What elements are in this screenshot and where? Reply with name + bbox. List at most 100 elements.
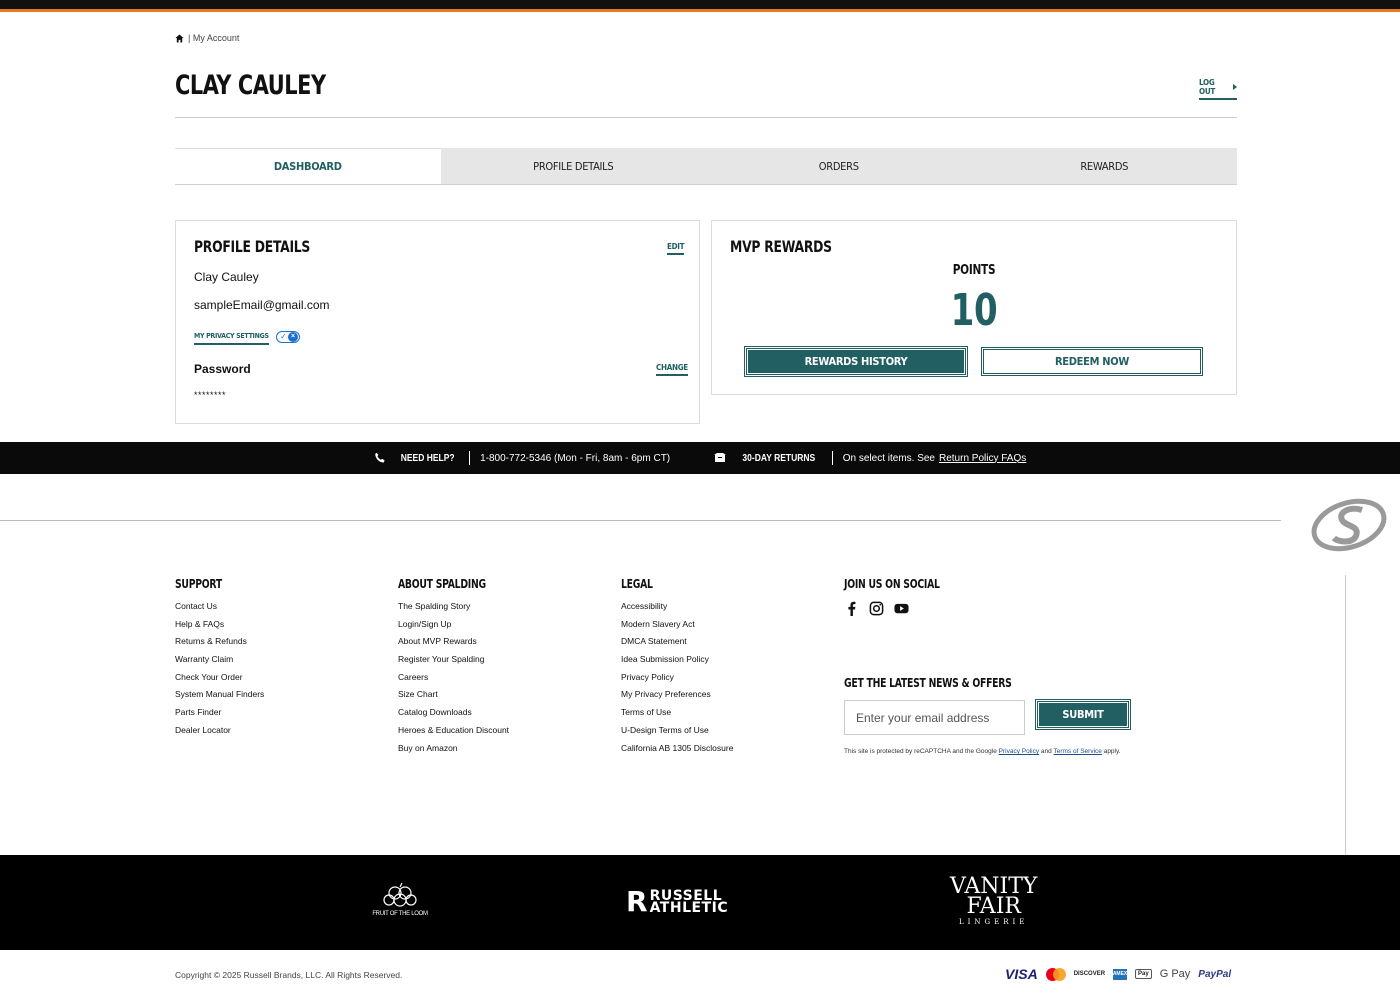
footer-link[interactable]: Accessibility <box>621 601 733 619</box>
footer-link[interactable]: Modern Slavery Act <box>621 619 733 637</box>
russell-athletic-logo[interactable]: R RUSSELL ATHLETIC <box>626 888 728 916</box>
footer-link[interactable]: U-Design Terms of Use <box>621 725 733 743</box>
returns-label: 30-DAY RETURNS <box>742 452 816 464</box>
footer-about-column: ABOUT SPALDING The Spalding Story Login/… <box>398 577 509 760</box>
right-edge-divider <box>1345 575 1346 855</box>
legal-heading: LEGAL <box>621 577 653 591</box>
profile-details-title: PROFILE DETAILS <box>194 237 311 256</box>
mvp-rewards-card: MVP REWARDS POINTS 10 REWARDS HISTORY RE… <box>711 220 1237 395</box>
return-policy-link[interactable]: Return Policy FAQs <box>939 453 1026 464</box>
footer-link[interactable]: Size Chart <box>398 689 509 707</box>
fruit-of-the-loom-logo[interactable]: FRUIT OF THE LOOM <box>365 882 435 917</box>
youtube-icon[interactable] <box>894 601 909 616</box>
footer-link[interactable]: Careers <box>398 672 509 690</box>
footer-link[interactable]: Buy on Amazon <box>398 743 509 761</box>
vanity-fair-logo[interactable]: VANITY FAIR LINGERIE <box>950 876 1037 927</box>
logout-link[interactable]: LOG OUT <box>1199 78 1237 100</box>
support-heading: SUPPORT <box>175 577 222 591</box>
need-help-label: NEED HELP? <box>400 452 455 464</box>
amex-icon: AMEX <box>1113 968 1127 980</box>
footer-link[interactable]: My Privacy Preferences <box>621 689 733 707</box>
lingerie-wordmark: LINGERIE <box>959 918 1029 926</box>
returns-box-icon <box>714 453 727 462</box>
footer-link[interactable]: Contact Us <box>175 601 264 619</box>
home-icon[interactable] <box>175 33 184 43</box>
spalding-logo-icon[interactable] <box>1310 496 1388 554</box>
edit-profile-link[interactable]: EDIT <box>667 242 685 255</box>
footer-link[interactable]: Parts Finder <box>175 707 264 725</box>
footer-link[interactable]: California AB 1305 Disclosure <box>621 743 733 761</box>
returns-text: On select items. See <box>842 452 935 464</box>
check-icon: ✓ <box>280 332 287 341</box>
caret-right-icon <box>1233 84 1237 90</box>
privacy-toggle-icon[interactable]: ✓ × <box>276 331 300 343</box>
footer-social-column: JOIN US ON SOCIAL <box>844 577 955 616</box>
tab-orders[interactable]: ORDERS <box>706 148 972 184</box>
account-tabs: DASHBOARD PROFILE DETAILS ORDERS REWARDS <box>175 148 1237 185</box>
discover-icon: DISCOVER <box>1073 971 1106 977</box>
phone-icon <box>374 452 385 463</box>
recaptcha-notice: This site is protected by reCAPTCHA and … <box>844 748 1121 755</box>
footer-link[interactable]: System Manual Finders <box>175 689 264 707</box>
profile-details-card: PROFILE DETAILS EDIT Clay Cauley sampleE… <box>175 220 700 424</box>
footer-link[interactable]: Dealer Locator <box>175 725 264 743</box>
close-icon: × <box>288 332 298 342</box>
footer-link[interactable]: Login/Sign Up <box>398 619 509 637</box>
redeem-now-button[interactable]: REDEEM NOW <box>981 347 1203 376</box>
breadcrumb: | My Account <box>175 33 239 43</box>
points-label: POINTS <box>952 263 996 278</box>
phone-number[interactable]: 1-800-772-5346 (Mon - Fri, 8am - 6pm CT) <box>480 453 670 464</box>
facebook-icon[interactable] <box>844 601 859 616</box>
google-terms-link[interactable]: Terms of Service <box>1053 748 1101 755</box>
footer-link[interactable]: Help & FAQs <box>175 619 264 637</box>
top-banner-stripe <box>0 0 1400 12</box>
about-heading: ABOUT SPALDING <box>398 577 486 591</box>
profile-email: sampleEmail@gmail.com <box>194 298 330 312</box>
tab-rewards[interactable]: REWARDS <box>972 148 1238 184</box>
instagram-icon[interactable] <box>869 601 884 616</box>
footer-link[interactable]: Privacy Policy <box>621 672 733 690</box>
visa-icon: VISA <box>1005 966 1038 982</box>
footer-link[interactable]: Register Your Spalding <box>398 654 509 672</box>
points-value: 10 <box>950 285 998 336</box>
footer-link[interactable]: Idea Submission Policy <box>621 654 733 672</box>
header-divider <box>175 117 1237 118</box>
tab-profile-details[interactable]: PROFILE DETAILS <box>441 148 707 184</box>
profile-name: Clay Cauley <box>194 270 259 284</box>
rewards-history-button[interactable]: REWARDS HISTORY <box>744 346 968 377</box>
google-pay-icon: G Pay <box>1159 968 1191 980</box>
footer-link[interactable]: About MVP Rewards <box>398 636 509 654</box>
help-divider <box>469 451 471 465</box>
footer-legal-column: LEGAL Accessibility Modern Slavery Act D… <box>621 577 733 760</box>
password-label: Password <box>194 362 251 376</box>
tab-dashboard[interactable]: DASHBOARD <box>175 148 441 184</box>
copyright-text: Copyright © 2025 Russell Brands, LLC. Al… <box>175 970 403 980</box>
newsletter-heading: GET THE LATEST NEWS & OFFERS <box>844 676 1012 690</box>
page-title: CLAY CAULEY <box>175 70 326 101</box>
apple-pay-icon: Pay <box>1135 969 1152 979</box>
footer-link[interactable]: Check Your Order <box>175 672 264 690</box>
footer-link[interactable]: Warranty Claim <box>175 654 264 672</box>
privacy-settings-link[interactable]: MY PRIVACY SETTINGS <box>194 332 269 345</box>
newsletter-submit-button[interactable]: SUBMIT <box>1035 699 1131 730</box>
footer-divider <box>0 520 1281 521</box>
footer-link[interactable]: Catalog Downloads <box>398 707 509 725</box>
newsletter-email-input[interactable] <box>844 700 1025 735</box>
logout-label: LOG OUT <box>1199 78 1215 96</box>
password-value: ******** <box>194 390 227 400</box>
footer-link[interactable]: The Spalding Story <box>398 601 509 619</box>
recaptcha-apply: apply. <box>1103 748 1121 755</box>
footer-link[interactable]: DMCA Statement <box>621 636 733 654</box>
footer-support-column: SUPPORT Contact Us Help & FAQs Returns &… <box>175 577 264 743</box>
paypal-icon: PayPal <box>1198 968 1232 980</box>
returns-divider <box>831 451 833 465</box>
help-bar: NEED HELP? 1-800-772-5346 (Mon - Fri, 8a… <box>0 442 1400 474</box>
change-password-link[interactable]: CHANGE <box>656 363 688 376</box>
footer-link[interactable]: Returns & Refunds <box>175 636 264 654</box>
recaptcha-and: and <box>1040 748 1052 755</box>
fruit-cluster-icon <box>383 882 417 907</box>
footer-link[interactable]: Heroes & Education Discount <box>398 725 509 743</box>
footer-link[interactable]: Terms of Use <box>621 707 733 725</box>
mvp-rewards-title: MVP REWARDS <box>730 237 832 256</box>
google-privacy-link[interactable]: Privacy Policy <box>999 748 1039 755</box>
